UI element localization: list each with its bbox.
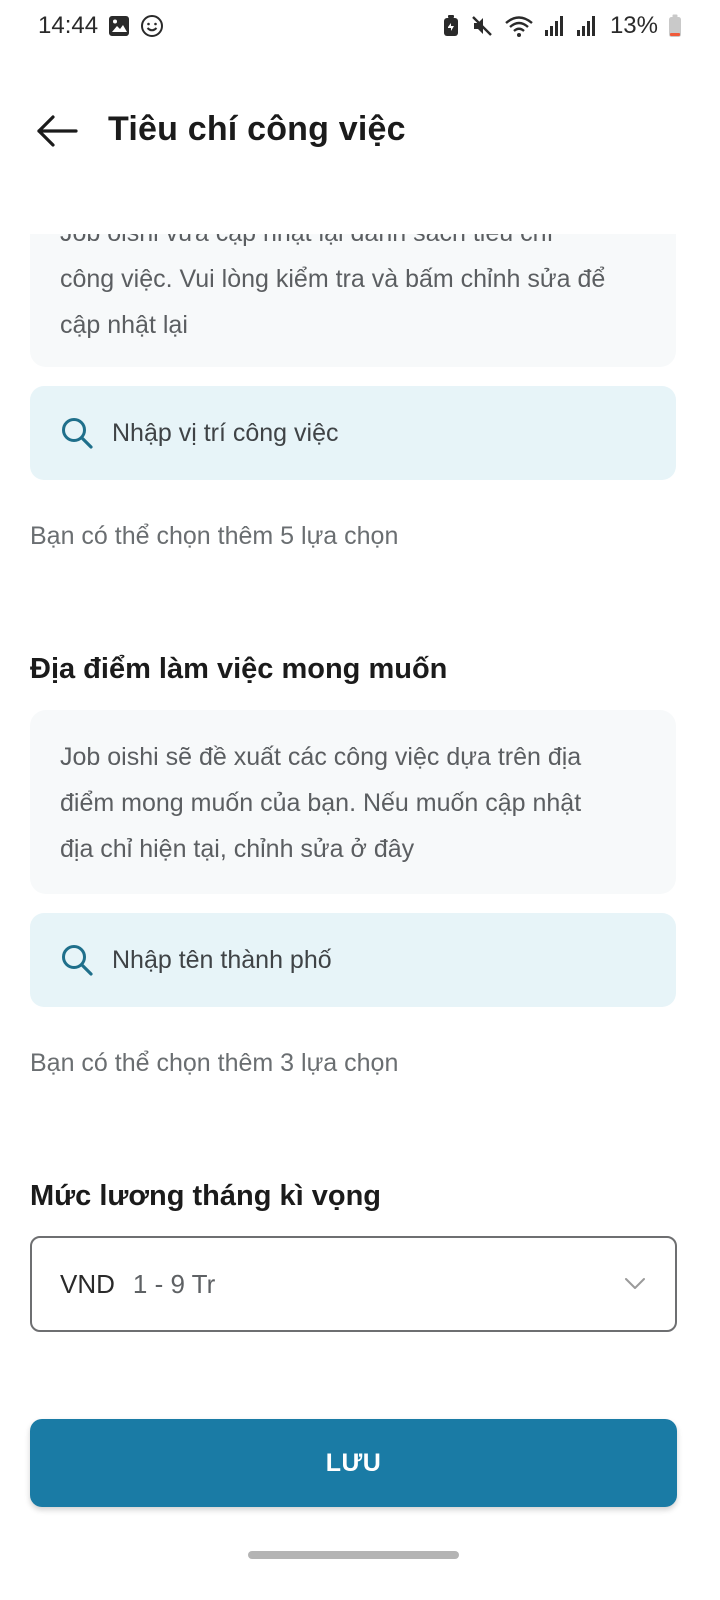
save-button[interactable]: LƯU <box>30 1419 677 1507</box>
app-header: Tiêu chí công việc <box>0 96 720 172</box>
info-line: Job oishi vừa cập nhật lại danh sách tiê… <box>60 234 646 256</box>
job-selection-hint: Bạn có thể chọn thêm 5 lựa chọn <box>30 522 399 550</box>
signal-icon <box>576 15 598 37</box>
location-selection-hint: Bạn có thể chọn thêm 3 lựa chọn <box>30 1049 399 1077</box>
battery-icon <box>668 14 682 38</box>
salary-currency: VND <box>60 1268 115 1299</box>
info-line: địa chỉ hiện tại, chỉnh sửa ở đây <box>60 835 415 863</box>
salary-range-value: 1 - 9 Tr <box>132 1268 216 1299</box>
signal-icon <box>544 15 566 37</box>
job-info-box: Job oishi vừa cập nhật lại danh sách tiê… <box>30 234 676 367</box>
info-line: cập nhật lại <box>60 311 188 339</box>
location-section-title: Địa điểm làm việc mong muốn <box>30 653 448 685</box>
criteria-form[interactable]: Job oishi vừa cập nhật lại danh sách tiê… <box>0 234 720 1410</box>
back-button[interactable] <box>34 108 80 154</box>
clock: 14:44 <box>38 12 99 39</box>
search-placeholder: Nhập vị trí công việc <box>112 418 339 447</box>
salary-select[interactable]: VND 1 - 9 Tr <box>30 1236 677 1332</box>
screen: 14:44 13% Tiêu chí công việc công việc. … <box>0 0 720 1600</box>
info-line: Job oishi sẽ đề xuất các công việc dựa t… <box>60 743 582 771</box>
info-line: điểm mong muốn của bạn. Nếu muốn cập nhậ… <box>60 789 582 817</box>
page-title: Tiêu chí công việc <box>108 110 406 148</box>
wifi-icon <box>504 14 534 38</box>
location-info-box: Job oishi sẽ đề xuất các công việc dựa t… <box>30 710 676 894</box>
chevron-down-icon <box>623 1272 647 1296</box>
home-indicator[interactable] <box>248 1551 459 1559</box>
salary-section-title: Mức lương tháng kì vọng <box>30 1180 382 1212</box>
battery-saver-icon <box>442 14 460 38</box>
gallery-icon <box>108 15 130 37</box>
status-bar: 14:44 13% <box>0 0 720 52</box>
city-search-input[interactable]: Nhập tên thành phố <box>30 913 676 1007</box>
search-placeholder: Nhập tên thành phố <box>112 945 332 974</box>
search-icon <box>60 416 94 450</box>
status-bar-right: 13% <box>442 12 682 40</box>
battery-percent: 13% <box>609 12 658 39</box>
face-icon <box>140 14 164 38</box>
arrow-left-icon <box>36 115 78 147</box>
status-bar-left: 14:44 <box>38 12 164 40</box>
job-position-search-input[interactable]: Nhập vị trí công việc <box>30 386 676 480</box>
search-icon <box>60 943 94 977</box>
info-line: công việc. Vui lòng kiểm tra và bấm chỉn… <box>60 265 606 293</box>
mute-icon <box>470 14 494 38</box>
